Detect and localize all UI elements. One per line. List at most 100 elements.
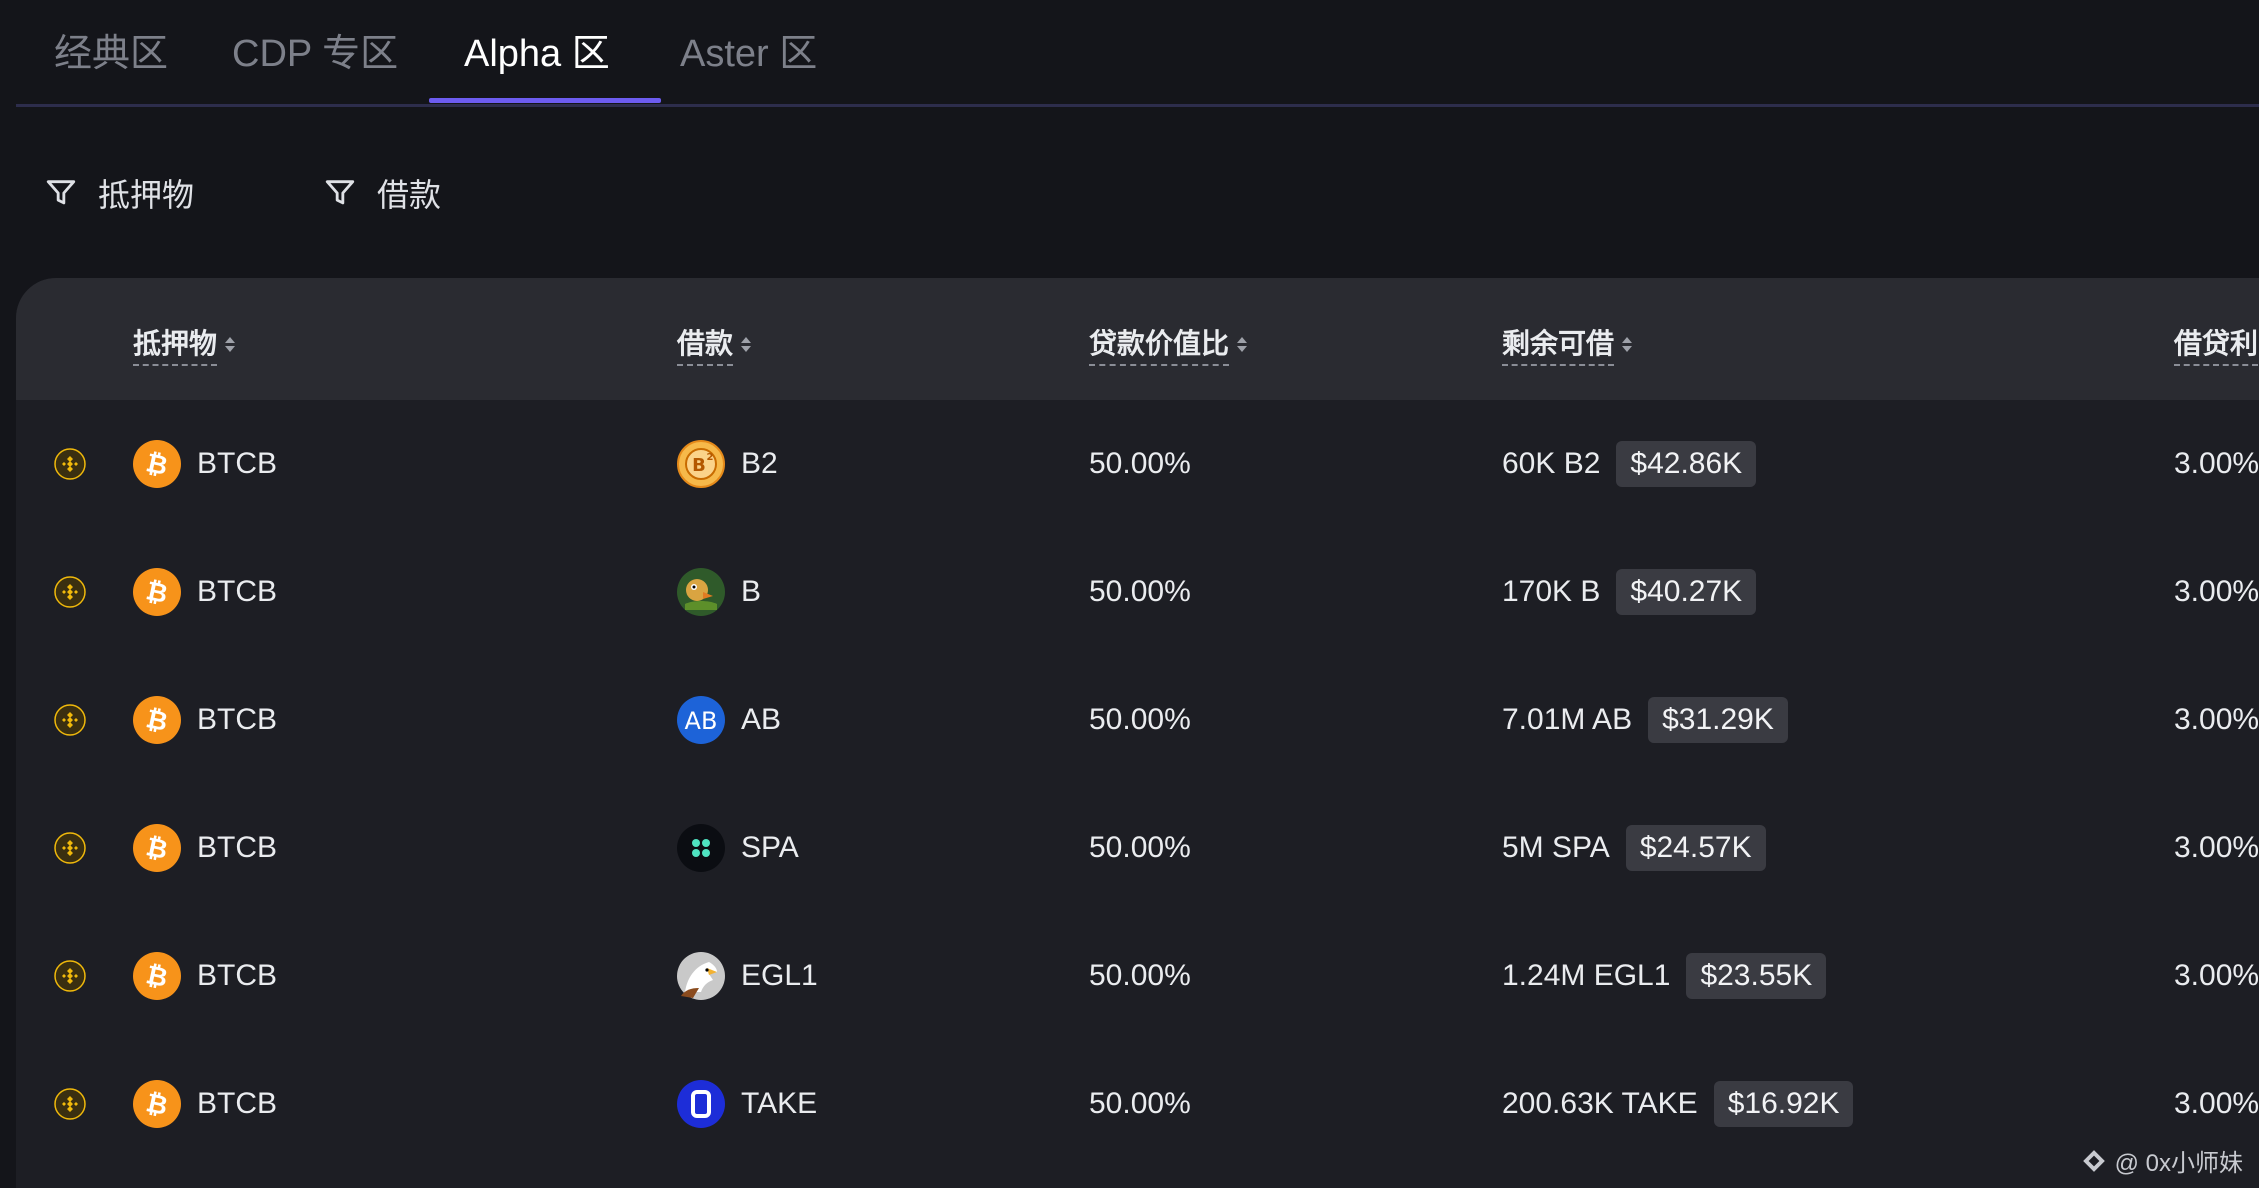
- remaining-amount: 7.01M AB: [1502, 703, 1633, 736]
- tab-cdp[interactable]: CDP 专区: [232, 22, 398, 77]
- ltv-cell: 50.00%: [1089, 656, 1191, 784]
- collateral-symbol: BTCB: [197, 831, 278, 864]
- header-collateral[interactable]: 抵押物: [133, 322, 236, 366]
- table-row[interactable]: ₿ BTCB B2 B2 50.00% 60K B2 $42.86K 3.00%: [16, 400, 2259, 528]
- collateral-cell: ₿ BTCB: [133, 528, 277, 656]
- sort-icon: [1622, 336, 1633, 352]
- table-row[interactable]: ₿ BTCB EGL1 50.00% 1.24M EGL1 $23.55K 3.…: [16, 912, 2259, 1040]
- ltv-value: 50.00%: [1089, 831, 1191, 864]
- bnb-chain-icon: [54, 1040, 86, 1168]
- rate-cell: 3.00%: [2174, 528, 2259, 656]
- collateral-cell: ₿ BTCB: [133, 1040, 277, 1168]
- borrow-symbol: B: [741, 575, 762, 608]
- rate-value: 3.00%: [2174, 703, 2259, 736]
- remaining-cell: 5M SPA $24.57K: [1502, 784, 1766, 912]
- borrow-cell: EGL1: [677, 912, 818, 1040]
- rate-value: 3.00%: [2174, 1087, 2259, 1120]
- collateral-symbol: BTCB: [197, 447, 278, 480]
- rate-value: 3.00%: [2174, 447, 2259, 480]
- borrow-filter[interactable]: 借款: [323, 170, 441, 216]
- active-tab-indicator: [429, 98, 661, 103]
- tab-classic[interactable]: 经典区: [54, 22, 168, 77]
- lending-table: 抵押物 借款 贷款价值比 剩余可借 借贷利 ₿ BTCB B2 B2 50.00…: [16, 278, 2259, 1188]
- borrow-cell: B2 B2: [677, 400, 778, 528]
- sort-icon: [1237, 336, 1248, 352]
- remaining-cell: 60K B2 $42.86K: [1502, 400, 1757, 528]
- watermark: @ 0x小师妹: [2081, 1143, 2243, 1178]
- spa-coin-icon: [677, 824, 725, 872]
- table-row[interactable]: ₿ BTCB B 50.00% 170K B $40.27K 3.00%: [16, 528, 2259, 656]
- rate-cell: 3.00%: [2174, 912, 2259, 1040]
- ltv-cell: 50.00%: [1089, 1040, 1191, 1168]
- table-header: 抵押物 借款 贷款价值比 剩余可借 借贷利: [16, 278, 2259, 400]
- header-borrow[interactable]: 借款: [677, 322, 752, 366]
- header-remaining[interactable]: 剩余可借: [1502, 322, 1633, 366]
- table-row[interactable]: ₿ BTCB AB AB 50.00% 7.01M AB $31.29K 3.0…: [16, 656, 2259, 784]
- rate-cell: 3.00%: [2174, 656, 2259, 784]
- borrow-symbol: EGL1: [741, 959, 818, 992]
- borrow-symbol: TAKE: [741, 1087, 818, 1120]
- collateral-symbol: BTCB: [197, 703, 278, 736]
- tab-alpha[interactable]: Alpha 区: [464, 22, 610, 77]
- remaining-usd-badge: $24.57K: [1625, 825, 1766, 871]
- ltv-value: 50.00%: [1089, 447, 1191, 480]
- svg-text:B: B: [692, 455, 706, 476]
- ltv-cell: 50.00%: [1089, 912, 1191, 1040]
- btc-coin-icon: ₿: [133, 440, 181, 488]
- ltv-value: 50.00%: [1089, 959, 1191, 992]
- b-coin-icon: [677, 568, 725, 616]
- ltv-cell: 50.00%: [1089, 400, 1191, 528]
- borrow-cell: SPA: [677, 784, 799, 912]
- header-ltv-label: 贷款价值比: [1089, 322, 1230, 366]
- remaining-amount: 170K B: [1502, 575, 1601, 608]
- take-coin-icon: [677, 1080, 725, 1128]
- rate-value: 3.00%: [2174, 831, 2259, 864]
- btc-coin-icon: ₿: [133, 1080, 181, 1128]
- remaining-amount: 1.24M EGL1: [1502, 959, 1671, 992]
- market-tabs: 经典区 CDP 专区 Alpha 区 Aster 区: [16, 0, 2259, 107]
- collateral-cell: ₿ BTCB: [133, 912, 277, 1040]
- collateral-cell: ₿ BTCB: [133, 784, 277, 912]
- table-row[interactable]: ₿ BTCB TAKE 50.00% 200.63K TAKE $16.92K …: [16, 1040, 2259, 1168]
- rate-cell: 3.00%: [2174, 400, 2259, 528]
- collateral-symbol: BTCB: [197, 1087, 278, 1120]
- remaining-amount: 5M SPA: [1502, 831, 1610, 864]
- svg-text:AB: AB: [685, 707, 718, 735]
- watermark-text: @ 0x小师妹: [2114, 1150, 2243, 1177]
- ltv-value: 50.00%: [1089, 1087, 1191, 1120]
- remaining-usd-badge: $42.86K: [1616, 441, 1757, 487]
- remaining-cell: 7.01M AB $31.29K: [1502, 656, 1788, 784]
- tab-aster[interactable]: Aster 区: [680, 22, 817, 77]
- collateral-cell: ₿ BTCB: [133, 656, 277, 784]
- btc-coin-icon: ₿: [133, 952, 181, 1000]
- borrow-symbol: SPA: [741, 831, 799, 864]
- collateral-cell: ₿ BTCB: [133, 400, 277, 528]
- btc-coin-icon: ₿: [133, 568, 181, 616]
- header-ltv[interactable]: 贷款价值比: [1089, 322, 1248, 366]
- egl1-coin-icon: [677, 952, 725, 1000]
- remaining-cell: 170K B $40.27K: [1502, 528, 1757, 656]
- ltv-cell: 50.00%: [1089, 784, 1191, 912]
- filter-icon: [46, 180, 76, 205]
- borrow-cell: B: [677, 528, 761, 656]
- b2-coin-icon: B2: [677, 440, 725, 488]
- header-collateral-label: 抵押物: [133, 322, 218, 366]
- svg-text:2: 2: [707, 452, 714, 463]
- remaining-usd-badge: $16.92K: [1713, 1081, 1854, 1127]
- header-rate[interactable]: 借贷利: [2174, 322, 2259, 366]
- collateral-symbol: BTCB: [197, 959, 278, 992]
- bnb-chain-icon: [54, 784, 86, 912]
- collateral-filter[interactable]: 抵押物: [44, 170, 194, 216]
- ltv-value: 50.00%: [1089, 575, 1191, 608]
- rate-value: 3.00%: [2174, 959, 2259, 992]
- ltv-cell: 50.00%: [1089, 528, 1191, 656]
- table-row[interactable]: ₿ BTCB SPA 50.00% 5M SPA $24.57K 3.00%: [16, 784, 2259, 912]
- collateral-filter-label: 抵押物: [98, 177, 195, 213]
- header-borrow-label: 借款: [677, 322, 734, 366]
- remaining-amount: 60K B2: [1502, 447, 1601, 480]
- rate-value: 3.00%: [2174, 575, 2259, 608]
- sort-icon: [741, 336, 752, 352]
- btc-coin-icon: ₿: [133, 824, 181, 872]
- remaining-amount: 200.63K TAKE: [1502, 1087, 1698, 1120]
- borrow-filter-label: 借款: [377, 177, 442, 213]
